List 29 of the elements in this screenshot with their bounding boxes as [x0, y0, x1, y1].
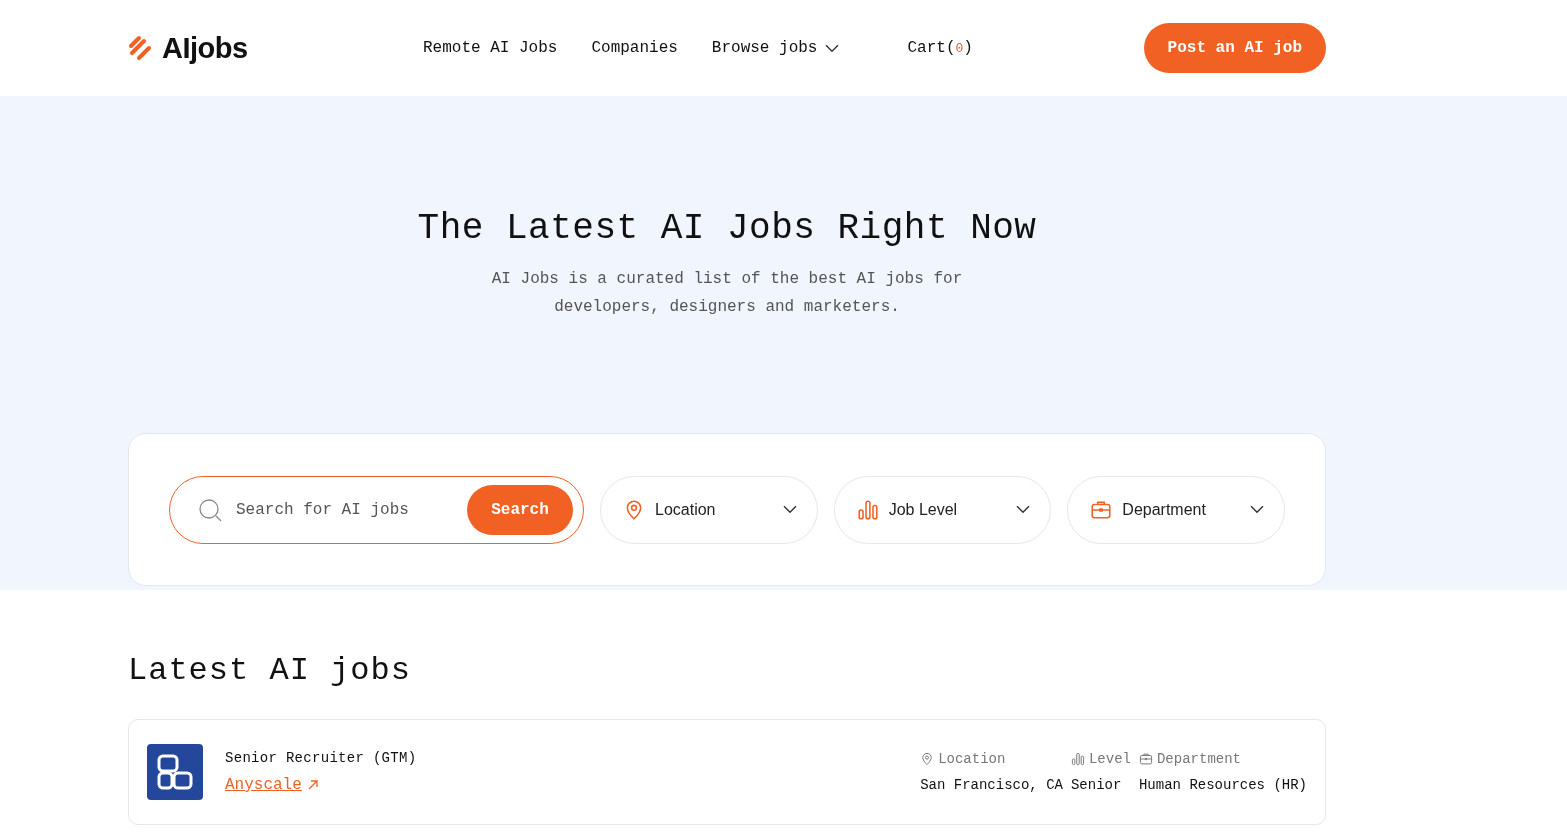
meta-label-text: Department — [1156, 751, 1241, 767]
hero-title: The Latest AI Jobs Right Now — [417, 208, 1037, 249]
cart-link[interactable]: Cart(0) — [907, 39, 973, 57]
chevron-down-icon — [1250, 505, 1264, 514]
briefcase-icon — [1138, 752, 1153, 766]
job-title: Senior Recruiter (GTM) — [225, 750, 418, 766]
meta-label-text: Level — [1088, 751, 1131, 767]
logo-text: AIjobs — [162, 31, 248, 65]
search-icon — [198, 497, 222, 522]
section-title: Latest AI jobs — [128, 652, 412, 689]
job-card[interactable]: Senior Recruiter (GTM) Anyscale Location San Francisco, CA Level Senior Department Human Resources (HR) — [128, 719, 1326, 825]
external-link-icon — [307, 780, 318, 790]
nav-link[interactable]: Remote AI Jobs — [423, 39, 558, 57]
chevron-down-icon — [782, 505, 797, 514]
bar-chart-icon — [856, 498, 879, 521]
hero-subtitle: AI Jobs is a curated list of the best AI jobs for developers, designers and marketers. — [490, 269, 964, 318]
meta-value: Human Resources (HR) — [1138, 777, 1307, 793]
meta-value: Senior — [1070, 777, 1123, 793]
company-logo-icon — [147, 744, 203, 800]
filter-dropdown[interactable]: Job Level — [833, 475, 1052, 544]
nav-link[interactable]: Browse jobs — [711, 39, 840, 57]
nav-link[interactable]: Companies — [591, 39, 678, 57]
bar-chart-icon — [1070, 752, 1085, 766]
meta-value: San Francisco, CA — [920, 777, 1063, 793]
chevron-down-icon — [1016, 505, 1031, 514]
meta-label-text: Location — [938, 751, 1006, 767]
filter-dropdown[interactable]: Department — [1067, 475, 1285, 544]
filter-dropdown[interactable]: Location — [600, 475, 818, 544]
map-pin-icon — [920, 752, 935, 766]
